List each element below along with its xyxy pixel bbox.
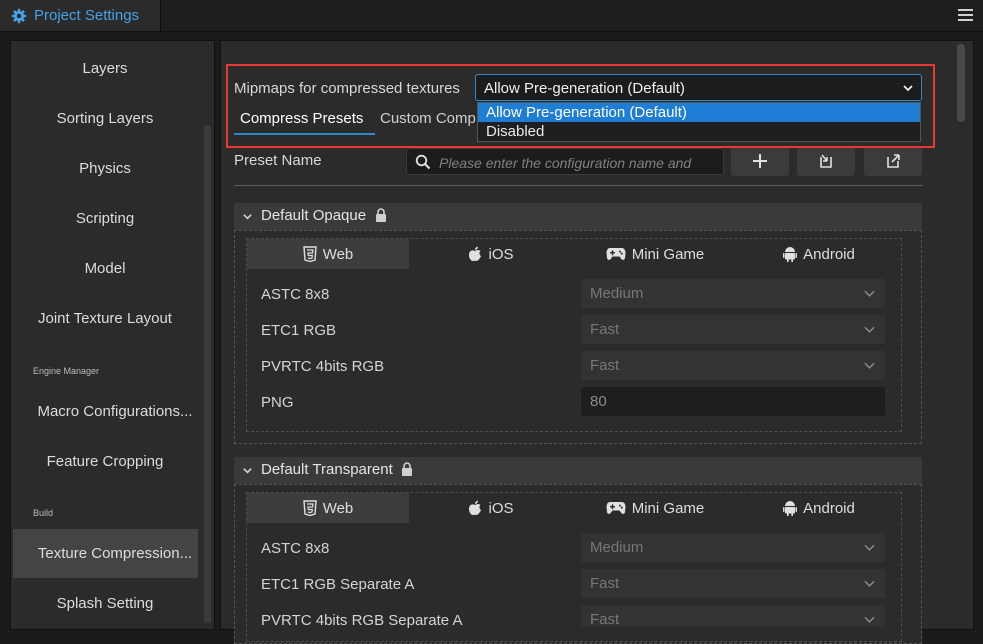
apple-icon [469, 500, 482, 516]
platform-tab-label: Android [803, 499, 855, 517]
quality-select[interactable]: Medium [581, 279, 885, 308]
plus-icon [753, 154, 767, 168]
sidebar-item-scripting[interactable]: Scripting [11, 210, 199, 227]
section-header-default-transparent[interactable]: Default Transparent [234, 457, 922, 484]
section-header-default-opaque[interactable]: Default Opaque [234, 203, 922, 230]
platform-tab-mini-game[interactable]: Mini Game [573, 493, 737, 523]
quality-select[interactable]: Fast [581, 569, 885, 598]
sidebar: Layers Sorting Layers Physics Scripting … [10, 40, 215, 630]
section-title: Default Opaque [261, 207, 367, 224]
lock-icon [376, 208, 386, 222]
sidebar-scrollbar[interactable] [204, 125, 211, 623]
platform-tab-label: Android [803, 245, 855, 263]
preset-search-input[interactable] [437, 152, 721, 174]
setting-label: PVRTC 4bits RGB Separate A [261, 612, 463, 629]
quality-select[interactable]: Fast [581, 351, 885, 380]
title-bar: Project Settings [0, 0, 983, 32]
export-icon [887, 154, 900, 168]
sidebar-item-feature-cropping[interactable]: Feature Cropping [11, 453, 199, 470]
lock-icon [402, 462, 412, 476]
section-title: Default Transparent [261, 461, 393, 478]
android-icon [783, 501, 798, 516]
platform-tab-label: iOS [488, 499, 514, 517]
platform-tab-web[interactable]: Web [247, 239, 409, 269]
android-icon [783, 247, 798, 262]
chevron-down-icon [864, 326, 875, 333]
chevron-down-icon [864, 544, 875, 551]
platform-tab-android[interactable]: Android [737, 493, 901, 523]
html5-icon [302, 246, 317, 262]
platform-tab-web[interactable]: Web [247, 493, 409, 523]
select-value: Fast [590, 611, 620, 628]
setting-label: ETC1 RGB Separate A [261, 576, 415, 593]
platform-tab-label: Mini Game [631, 499, 705, 517]
import-preset-button[interactable] [797, 146, 855, 176]
quality-select[interactable]: Fast [581, 605, 885, 628]
select-value: Medium [590, 285, 644, 302]
platform-tab-android[interactable]: Android [737, 239, 901, 269]
sidebar-item-model[interactable]: Model [11, 260, 199, 277]
sidebar-item-splash-setting[interactable]: Splash Setting [11, 595, 199, 612]
quality-select[interactable]: Fast [581, 315, 885, 344]
chevron-down-icon [864, 362, 875, 369]
sidebar-item-texture-compression[interactable]: Texture Compression... [11, 545, 209, 562]
chevron-down-icon [243, 214, 252, 220]
png-quality-input[interactable]: 80 [581, 387, 885, 416]
gamepad-icon [606, 502, 626, 514]
setting-label: ASTC 8x8 [261, 286, 330, 303]
hamburger-menu-icon[interactable] [958, 9, 973, 21]
platform-tab-label: Mini Game [631, 245, 705, 263]
platform-tab-label: Web [322, 499, 354, 517]
setting-label: PVRTC 4bits RGB [261, 358, 385, 375]
select-value: Fast [590, 321, 620, 338]
setting-label: PNG [261, 394, 294, 411]
quality-select[interactable]: Medium [581, 533, 885, 562]
export-preset-button[interactable] [864, 146, 922, 176]
add-preset-button[interactable] [731, 146, 789, 176]
highlight-annotation-box [226, 64, 935, 148]
tab-title: Project Settings [34, 7, 140, 24]
platform-tab-mini-game[interactable]: Mini Game [573, 239, 737, 269]
platform-tab-label: iOS [488, 245, 514, 263]
apple-icon [469, 246, 482, 262]
platform-tab-label: Web [322, 245, 354, 263]
chevron-down-icon [864, 580, 875, 587]
search-icon [415, 154, 431, 170]
html5-icon [302, 500, 317, 516]
sidebar-item-joint-texture-layout[interactable]: Joint Texture Layout [11, 310, 199, 327]
divider [234, 185, 923, 186]
setting-label: ASTC 8x8 [261, 540, 330, 557]
chevron-down-icon [243, 468, 252, 474]
sidebar-group-build: Build [33, 508, 54, 518]
sidebar-item-sorting-layers[interactable]: Sorting Layers [11, 110, 199, 127]
sidebar-group-engine-manager: Engine Manager [33, 366, 100, 376]
select-value: Fast [590, 357, 620, 374]
gear-icon [11, 8, 27, 23]
platform-tab-ios[interactable]: iOS [409, 239, 573, 269]
select-value: Medium [590, 539, 644, 556]
import-icon [820, 154, 832, 168]
sidebar-item-macro-configurations[interactable]: Macro Configurations... [11, 403, 209, 420]
sidebar-item-physics[interactable]: Physics [11, 160, 199, 177]
select-value: Fast [590, 575, 620, 592]
tab-project-settings[interactable]: Project Settings [0, 0, 161, 31]
input-value: 80 [590, 393, 607, 410]
chevron-down-icon [864, 290, 875, 297]
gamepad-icon [606, 248, 626, 260]
main-scrollbar[interactable] [957, 44, 965, 122]
chevron-down-icon [864, 616, 875, 623]
sidebar-item-layers[interactable]: Layers [11, 60, 199, 77]
preset-search-box[interactable] [406, 148, 724, 175]
platform-tab-ios[interactable]: iOS [409, 493, 573, 523]
setting-label: ETC1 RGB [261, 322, 337, 339]
preset-name-label: Preset Name [234, 152, 322, 169]
